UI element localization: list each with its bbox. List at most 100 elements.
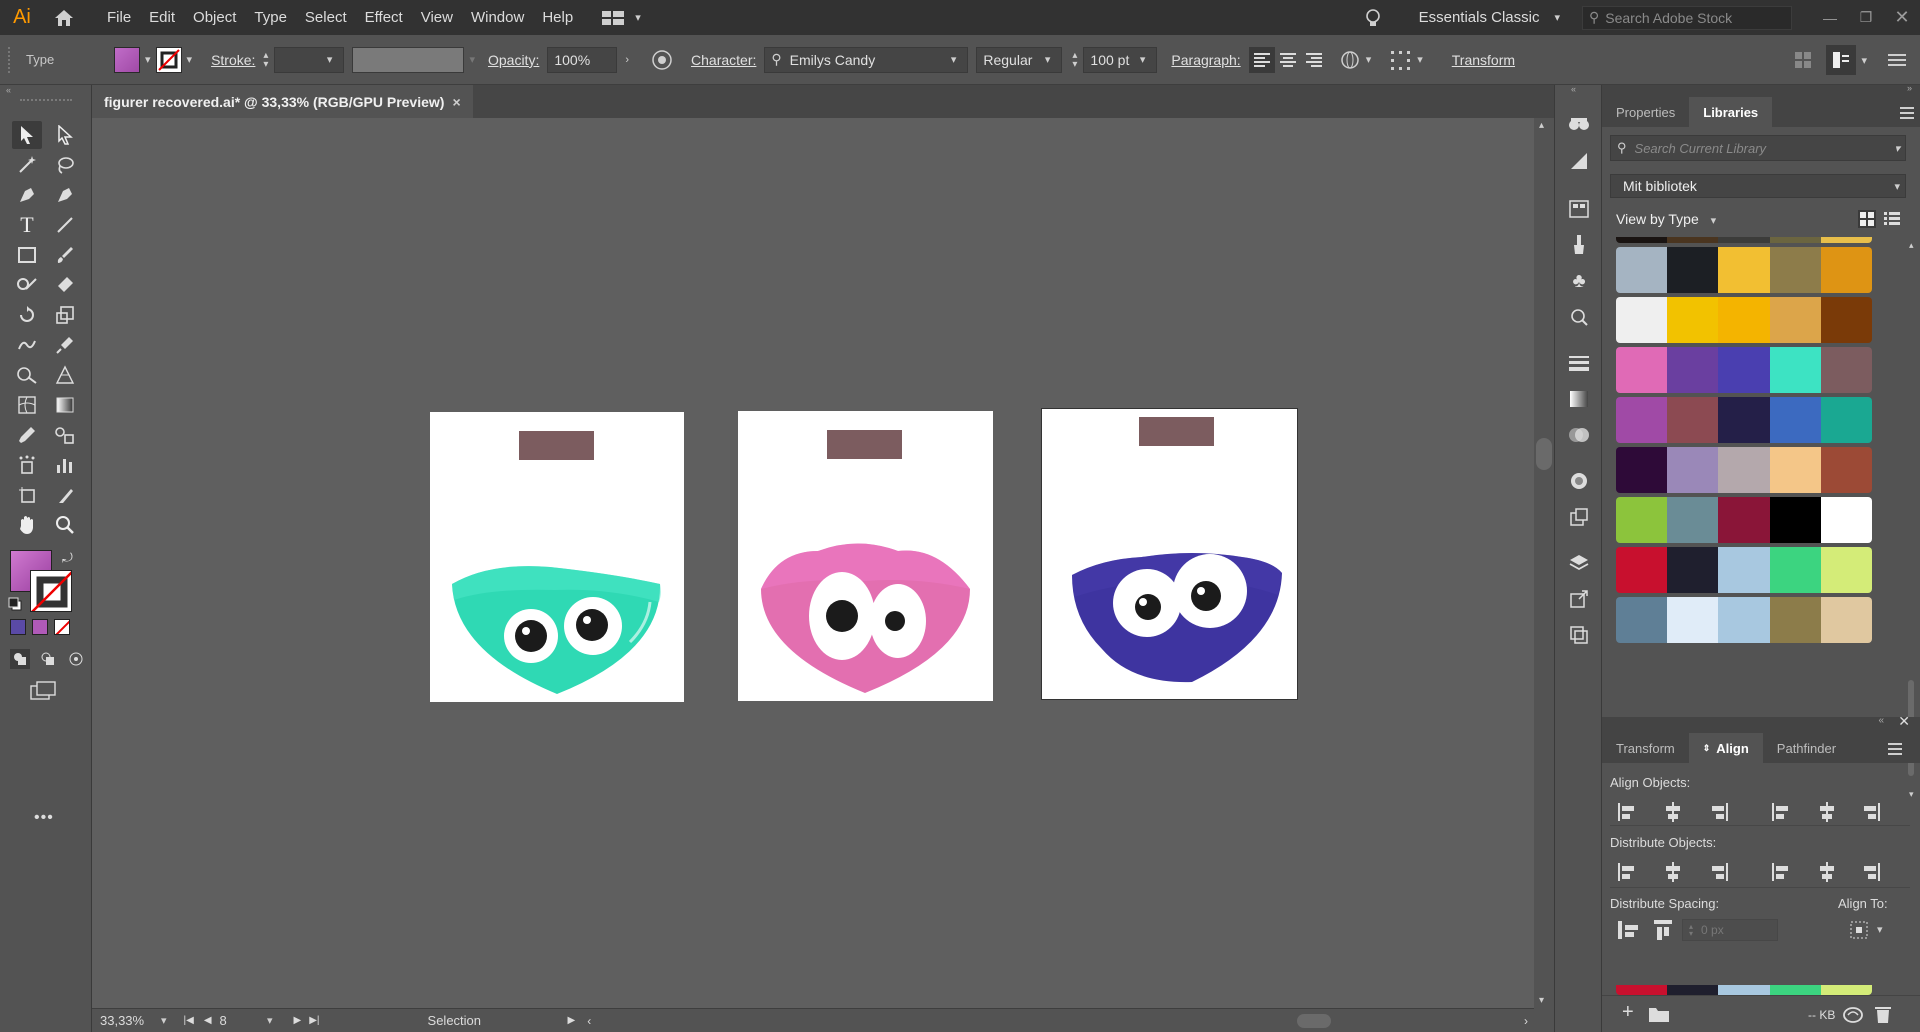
- paragraph-label[interactable]: Paragraph:: [1171, 52, 1240, 68]
- panel-menu-icon[interactable]: [1888, 51, 1906, 69]
- vertical-align-top-icon[interactable]: [1770, 801, 1792, 823]
- scroll-down-icon[interactable]: ▾: [1539, 995, 1544, 1006]
- direct-selection-tool-icon[interactable]: [50, 121, 80, 149]
- collapse-dock-icon[interactable]: «: [1571, 84, 1576, 94]
- workspace-switcher[interactable]: Essentials Classic: [1419, 9, 1540, 26]
- type-tool-icon[interactable]: T: [12, 211, 42, 239]
- horizontal-distribute-left-icon[interactable]: [1770, 861, 1792, 883]
- draw-inside-icon[interactable]: [66, 649, 86, 669]
- align-left-text-button[interactable]: [1248, 46, 1275, 73]
- default-fill-stroke-icon[interactable]: [8, 597, 22, 611]
- scroll-down-icon[interactable]: ▾: [1909, 789, 1914, 800]
- screen-mode-icon[interactable]: [30, 681, 56, 704]
- close-tab-icon[interactable]: ×: [452, 94, 460, 110]
- align-grid-icon[interactable]: [1390, 50, 1412, 70]
- draw-behind-icon[interactable]: [38, 649, 58, 669]
- lasso-tool-icon[interactable]: [50, 151, 80, 179]
- horizontal-scroll-thumb[interactable]: [1297, 1014, 1331, 1028]
- menu-object[interactable]: Object: [184, 9, 245, 26]
- horizontal-distribute-center-icon[interactable]: [1816, 861, 1838, 883]
- color-theme-swatch[interactable]: [1616, 597, 1872, 643]
- vertical-distribute-space-icon[interactable]: [1616, 919, 1640, 941]
- horizontal-align-left-icon[interactable]: [1616, 801, 1638, 823]
- align-center-text-button[interactable]: [1275, 47, 1301, 73]
- menu-type[interactable]: Type: [245, 9, 296, 26]
- color-mode-icon[interactable]: [10, 619, 26, 635]
- column-graph-tool-icon[interactable]: [50, 451, 80, 479]
- stroke-weight-stepper[interactable]: ▴ ▾ ▾: [263, 46, 345, 73]
- cc-libraries-icon[interactable]: [1567, 149, 1591, 173]
- close-panel-icon[interactable]: ✕: [1898, 713, 1910, 730]
- align-panel-menu-icon[interactable]: [1888, 743, 1902, 755]
- stroke-weight-field[interactable]: ▾: [274, 46, 345, 73]
- font-size-field[interactable]: 100 pt ▾: [1083, 46, 1158, 73]
- warp-tool-icon[interactable]: [12, 331, 42, 359]
- canvas[interactable]: [92, 118, 1534, 1008]
- rectangle-tool-icon[interactable]: [12, 241, 42, 269]
- align-right-text-button[interactable]: [1301, 47, 1327, 73]
- color-theme-swatch[interactable]: [1616, 297, 1872, 343]
- magic-wand-tool-icon[interactable]: [12, 151, 42, 179]
- collapse-panel-icon[interactable]: «: [1878, 715, 1884, 726]
- first-artboard-icon[interactable]: |◀: [184, 1015, 194, 1026]
- menu-window[interactable]: Window: [462, 9, 533, 26]
- globe-icon[interactable]: [1339, 50, 1361, 70]
- curvature-tool-icon[interactable]: [50, 181, 80, 209]
- library-select[interactable]: Mit bibliotek ▾: [1610, 174, 1906, 198]
- folder-icon[interactable]: [1648, 1005, 1670, 1023]
- puppet-warp-tool-icon[interactable]: [50, 331, 80, 359]
- vertical-scroll-thumb[interactable]: [1536, 438, 1552, 470]
- pen-tool-icon[interactable]: [12, 181, 42, 209]
- stroke-swatch[interactable]: [155, 46, 182, 73]
- vertical-distribute-top-icon[interactable]: [1616, 861, 1638, 883]
- horizontal-align-right-icon[interactable]: [1708, 801, 1730, 823]
- library-search-input[interactable]: ⚲ Search Current Library ▾: [1610, 135, 1906, 161]
- menu-edit[interactable]: Edit: [140, 9, 184, 26]
- color-theme-swatch[interactable]: [1616, 447, 1872, 493]
- close-window-button[interactable]: ✕: [1884, 0, 1920, 35]
- character-label[interactable]: Character:: [691, 52, 756, 68]
- layers-icon[interactable]: [1567, 551, 1591, 575]
- color-theme-swatch[interactable]: [1616, 547, 1872, 593]
- opacity-field[interactable]: 100%: [547, 46, 618, 73]
- scale-tool-icon[interactable]: [50, 301, 80, 329]
- stock-search-input[interactable]: ⚲ Search Adobe Stock: [1582, 5, 1792, 30]
- paintbrush-tool-icon[interactable]: [50, 241, 80, 269]
- document-tab[interactable]: figurer recovered.ai* @ 33,33% (RGB/GPU …: [92, 85, 473, 118]
- tab-align[interactable]: ⇕ Align: [1688, 733, 1763, 763]
- font-family-field[interactable]: ⚲ Emilys Candy ▾: [764, 46, 969, 73]
- tab-libraries[interactable]: Libraries: [1689, 97, 1773, 127]
- artboard-tool-icon[interactable]: [12, 481, 42, 509]
- chevron-down-icon[interactable]: ▾: [1877, 923, 1883, 936]
- tab-transform[interactable]: Transform: [1602, 733, 1689, 763]
- align-to-selection-icon[interactable]: [1848, 919, 1870, 941]
- appearance-icon[interactable]: [1567, 469, 1591, 493]
- gradient-tool-icon[interactable]: [50, 391, 80, 419]
- spacing-field[interactable]: ▴ ▾ 0 px: [1682, 919, 1778, 941]
- symbols-icon[interactable]: ♣: [1567, 269, 1591, 293]
- horizontal-align-center-icon[interactable]: [1662, 801, 1684, 823]
- expand-panel-icon[interactable]: »: [1907, 83, 1912, 93]
- grid-view-button[interactable]: [1858, 210, 1876, 228]
- restore-button[interactable]: ❐: [1848, 0, 1884, 35]
- stroke-label[interactable]: Stroke:: [211, 52, 255, 68]
- isolate-icon[interactable]: [1794, 51, 1812, 69]
- vertical-distribute-bottom-icon[interactable]: [1708, 861, 1730, 883]
- draw-normal-icon[interactable]: [10, 649, 30, 669]
- previous-artboard-icon[interactable]: ◀: [204, 1015, 212, 1026]
- blue-character-illustration[interactable]: [1042, 409, 1297, 699]
- menu-effect[interactable]: Effect: [356, 9, 412, 26]
- panel-menu-icon[interactable]: [1900, 107, 1914, 119]
- last-artboard-icon[interactable]: ▶|: [309, 1015, 319, 1026]
- artboards-panel-icon[interactable]: [1567, 505, 1591, 529]
- menu-select[interactable]: Select: [296, 9, 356, 26]
- lightbulb-icon[interactable]: [1363, 7, 1383, 29]
- vertical-align-bottom-icon[interactable]: [1860, 801, 1882, 823]
- transform-link[interactable]: Transform: [1452, 52, 1515, 68]
- edit-toolbar-icon[interactable]: •••: [34, 809, 54, 827]
- vertical-distribute-center-icon[interactable]: [1662, 861, 1684, 883]
- gradient-mode-icon[interactable]: [32, 619, 48, 635]
- color-theme-swatch[interactable]: [1616, 397, 1872, 443]
- eraser-tool-icon[interactable]: [50, 271, 80, 299]
- chevron-down-icon[interactable]: ▾: [161, 1014, 167, 1027]
